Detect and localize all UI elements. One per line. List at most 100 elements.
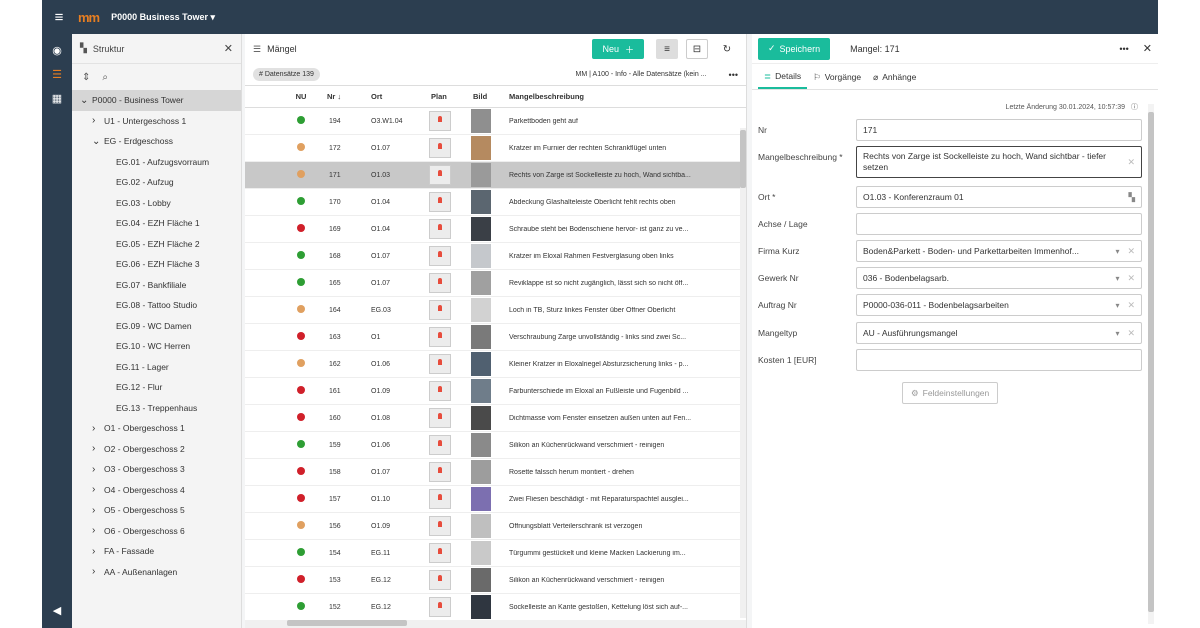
col-plan[interactable]: Plan [419,92,465,101]
clear-icon[interactable]: ✕ [1127,246,1135,257]
project-selector[interactable]: P0000 Business Tower ▾ [111,12,215,23]
field-settings-button[interactable]: ⚙ Feldeinstellungen [902,382,999,404]
plan-thumbnail[interactable] [429,516,451,536]
col-ort[interactable]: Ort [363,92,419,101]
photo-thumbnail[interactable] [471,568,491,592]
table-row[interactable]: 152 EG.12 Sockelleiste an Kante gestoßen, … [245,594,746,621]
tree-item[interactable]: › AA - Außenanlagen [72,562,241,583]
tree-item[interactable]: EG.07 - Bankfiliale [72,275,241,296]
table-row[interactable]: 162 O1.06 Kleiner Kratzer in Eloxalriegel … [245,351,746,378]
tree-item[interactable]: EG.13 - Treppenhaus [72,398,241,419]
detail-scrollbar[interactable] [1148,104,1154,624]
tree-item[interactable]: EG.03 - Lobby [72,193,241,214]
table-row[interactable]: 158 O1.07 Rosette falssch herum montiert -… [245,459,746,486]
defects-icon[interactable]: ☰ [42,62,72,86]
table-row[interactable]: 163 O1 Verschraubung Zarge unvollständig -… [245,324,746,351]
save-button[interactable]: ✓ Speichern [758,37,831,60]
table-row[interactable]: 165 O1.07 Reviklappe ist so nicht zugängli… [245,270,746,297]
photo-thumbnail[interactable] [471,244,491,268]
photo-thumbnail[interactable] [471,379,491,403]
plan-thumbnail[interactable] [429,570,451,590]
plan-thumbnail[interactable] [429,462,451,482]
megaphone-icon[interactable]: ◀ [42,598,72,622]
chevron-right-icon[interactable]: › [92,546,104,557]
plan-thumbnail[interactable] [429,246,451,266]
plan-thumbnail[interactable] [429,597,451,617]
chevron-down-icon[interactable]: ▾ [1115,274,1119,283]
chevron-right-icon[interactable]: › [92,484,104,495]
tree-icon[interactable]: ▚ [1128,192,1135,203]
chevron-right-icon[interactable]: › [92,505,104,516]
col-nr[interactable]: Nr ↓ [315,92,363,101]
table-row[interactable]: 160 O1.08 Dichtmasse vom Fenster einsetzen… [245,405,746,432]
table-row[interactable]: 157 O1.10 Zwei Fliesen beschädigt - mit Re… [245,486,746,513]
plan-thumbnail[interactable] [429,489,451,509]
clear-icon[interactable]: ✕ [1127,273,1135,284]
gewerk-select[interactable]: 036 - Bodenbelagsarb. ▾ ✕ [856,267,1142,289]
chevron-down-icon[interactable]: ⌄ [92,136,104,147]
more-icon[interactable]: ••• [729,70,738,80]
tree-item[interactable]: EG.02 - Aufzug [72,172,241,193]
mangeltyp-select[interactable]: AU - Ausführungsmangel ▾ ✕ [856,322,1142,344]
chevron-right-icon[interactable]: › [92,464,104,475]
clear-icon[interactable]: ✕ [1127,300,1135,311]
photo-thumbnail[interactable] [471,433,491,457]
achse-input[interactable] [856,213,1142,235]
tree-item[interactable]: › O4 - Obergeschoss 4 [72,480,241,501]
scrollbar[interactable] [740,128,746,618]
col-desc[interactable]: Mangelbeschreibung [501,92,746,101]
plan-thumbnail[interactable] [429,300,451,320]
tree-item[interactable]: EG.11 - Lager [72,357,241,378]
photo-thumbnail[interactable] [471,487,491,511]
col-bild[interactable]: Bild [465,92,501,101]
collapse-icon[interactable]: ⇕ [82,72,90,83]
photo-thumbnail[interactable] [471,595,491,619]
clear-icon[interactable]: ✕ [1127,328,1135,339]
table-row[interactable]: 169 O1.04 Schraube steht bei Bodenschiene … [245,216,746,243]
plan-thumbnail[interactable] [429,165,451,185]
tree-item[interactable]: EG.08 - Tattoo Studio [72,295,241,316]
tab-details[interactable]: ≣ Details [758,65,808,89]
chevron-down-icon[interactable]: ▾ [1115,329,1119,338]
tree-item[interactable]: EG.01 - Aufzugsvorraum [72,152,241,173]
desc-input[interactable]: Rechts von Zarge ist Sockelleiste zu hoc… [856,146,1142,178]
chevron-right-icon[interactable]: › [92,115,104,126]
photo-thumbnail[interactable] [471,541,491,565]
tree-root[interactable]: ⌄ P0000 - Business Tower [72,90,241,111]
list-view-button[interactable]: ≡ [656,39,678,59]
tree-item[interactable]: › FA - Fassade [72,541,241,562]
col-nu[interactable]: NU [287,92,315,101]
photo-thumbnail[interactable] [471,163,491,187]
split-view-button[interactable]: ⊟ [686,39,708,59]
plan-thumbnail[interactable] [429,354,451,374]
kosten-input[interactable] [856,349,1142,371]
detail-scrollbar-thumb[interactable] [1148,112,1154,612]
chevron-right-icon[interactable]: › [92,423,104,434]
photo-thumbnail[interactable] [471,298,491,322]
table-row[interactable]: 161 O1.09 Farbunterschiede im Eloxal an Fu… [245,378,746,405]
chevron-right-icon[interactable]: › [92,443,104,454]
chevron-down-icon[interactable]: ▾ [1115,301,1119,310]
scrollbar-thumb[interactable] [740,130,746,188]
search-icon[interactable]: ⌕ [102,72,108,83]
plan-thumbnail[interactable] [429,408,451,428]
plan-thumbnail[interactable] [429,435,451,455]
tree-item[interactable]: EG.06 - EZH Fläche 3 [72,254,241,275]
tab-anhaenge[interactable]: ⌀ Anhänge [867,65,922,89]
chevron-right-icon[interactable]: › [92,525,104,536]
table-row[interactable]: 194 O3.W1.04 Parkettboden geht auf [245,108,746,135]
table-row[interactable]: 153 EG.12 Silikon an Küchenrückwand versch… [245,567,746,594]
more-icon[interactable]: ••• [1119,44,1128,54]
table-row[interactable]: 154 EG.11 Türgummi gestückelt und kleine M… [245,540,746,567]
firma-select[interactable]: Boden&Parkett - Boden- und Parkettarbeit… [856,240,1142,262]
close-icon[interactable]: ✕ [224,42,233,55]
table-row[interactable]: 156 O1.09 Öffnungsblatt Verteilerschrank i… [245,513,746,540]
tree-item[interactable]: EG.10 - WC Herren [72,336,241,357]
photo-thumbnail[interactable] [471,109,491,133]
table-row[interactable]: 171 O1.03 Rechts von Zarge ist Sockelleist… [245,162,746,189]
clear-icon[interactable]: ✕ [1127,157,1135,168]
photo-thumbnail[interactable] [471,136,491,160]
tree-item[interactable]: EG.12 - Flur [72,377,241,398]
chevron-down-icon[interactable]: ▾ [1115,247,1119,256]
tree-item[interactable]: › O2 - Obergeschoss 2 [72,439,241,460]
